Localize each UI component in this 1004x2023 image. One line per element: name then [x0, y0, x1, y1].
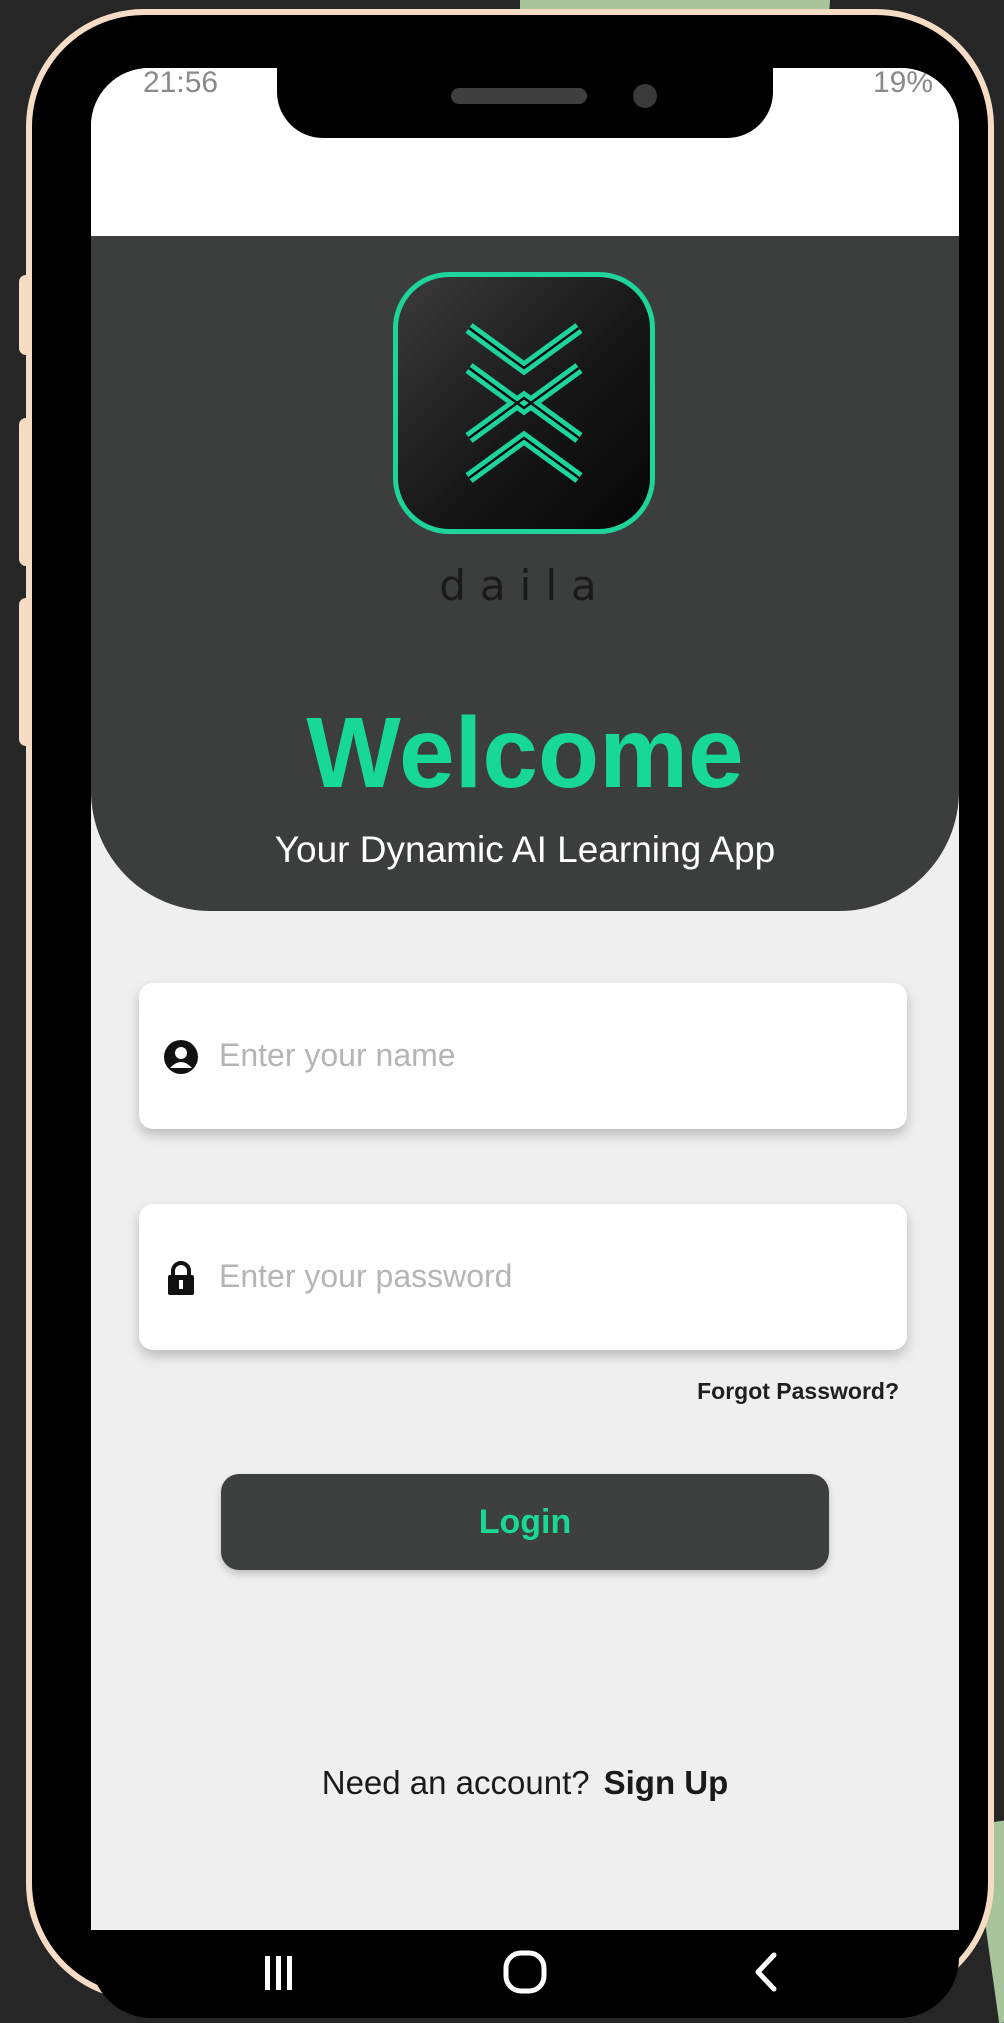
password-field[interactable]: [139, 1204, 907, 1350]
system-nav-bar: [91, 1930, 959, 2018]
signup-prompt: Need an account?: [321, 1764, 590, 1801]
phone-screen: 21:56 19% daila Welcome Your Dynamic AI …: [91, 68, 959, 1930]
name-input[interactable]: [219, 1023, 879, 1087]
signup-link[interactable]: Sign Up: [604, 1764, 729, 1801]
forgot-password-link[interactable]: Forgot Password?: [697, 1378, 899, 1405]
speaker-grille: [451, 88, 587, 104]
battery-level: 19%: [872, 68, 933, 99]
logo-mark-icon: [465, 323, 583, 483]
signup-row: Need an account? Sign Up: [91, 1764, 959, 1802]
login-button[interactable]: Login: [221, 1474, 829, 1570]
camera-notch: [277, 68, 773, 138]
logo-wordmark: daila: [439, 561, 611, 610]
front-camera: [633, 84, 657, 108]
back-icon[interactable]: [738, 1942, 798, 2002]
home-icon[interactable]: [495, 1942, 555, 2002]
recent-apps-icon[interactable]: [248, 1942, 308, 2002]
name-field[interactable]: [139, 983, 907, 1129]
welcome-header: daila Welcome Your Dynamic AI Learning A…: [91, 236, 959, 911]
app-logo: [393, 272, 655, 534]
status-time: 21:56: [143, 68, 219, 99]
password-input[interactable]: [219, 1244, 879, 1308]
user-circle-icon: [164, 1040, 198, 1074]
welcome-title: Welcome: [306, 697, 744, 809]
welcome-subtitle: Your Dynamic AI Learning App: [274, 829, 776, 870]
lock-icon: [168, 1261, 194, 1295]
